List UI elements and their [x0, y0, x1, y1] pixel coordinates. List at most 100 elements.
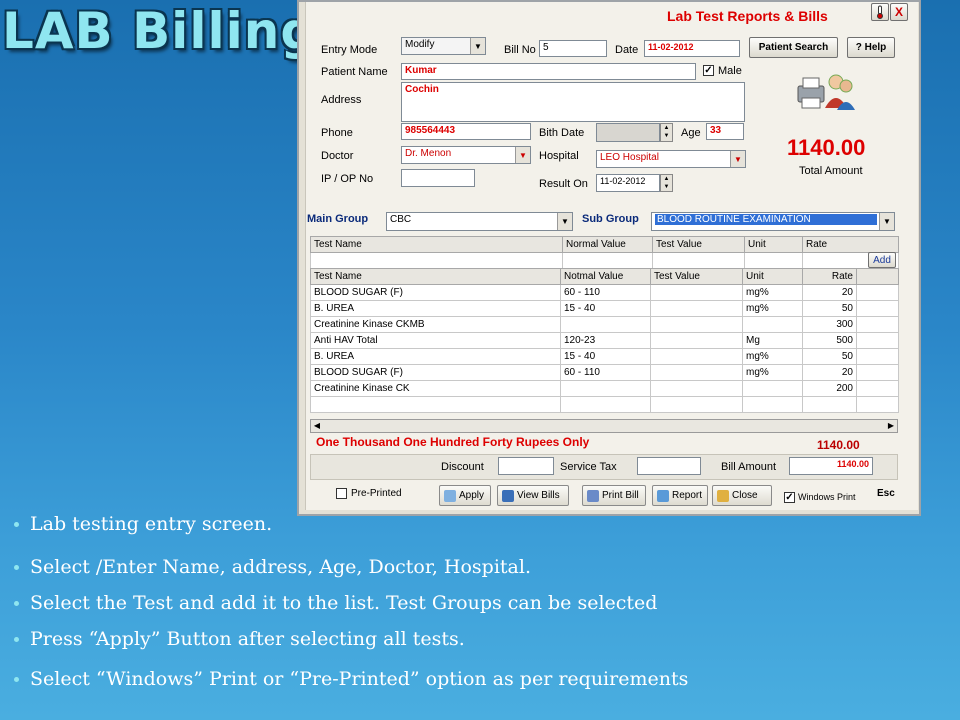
table-row[interactable]: Creatinine Kinase CK 200 [310, 380, 899, 397]
report-button[interactable]: Report [652, 485, 708, 506]
close-button[interactable]: Close [712, 485, 772, 506]
help-button[interactable]: ? Help [847, 37, 895, 58]
table-row[interactable]: BLOOD SUGAR (F) 60 - 110 mg% 20 [310, 284, 899, 301]
entry-header-normal-value: Normal Value [562, 236, 653, 253]
table-row[interactable] [310, 396, 899, 413]
doctor-select[interactable]: Dr. Menon ▼ [401, 146, 531, 164]
apply-button[interactable]: Apply [439, 485, 491, 506]
cell-unit [742, 396, 803, 413]
cell-normal-value: 60 - 110 [560, 284, 651, 301]
ip-op-input[interactable] [401, 169, 475, 187]
amount-total: 1140.00 [817, 438, 860, 452]
cell-spacer [856, 332, 899, 349]
print-bill-button[interactable]: Print Bill [582, 485, 646, 506]
result-on-input[interactable]: 11-02-2012 [596, 174, 660, 192]
pre-printed-label: Pre-Printed [351, 488, 402, 499]
discount-input[interactable] [498, 457, 554, 475]
cell-unit: mg% [742, 284, 803, 301]
bullet-dot [14, 601, 19, 606]
service-tax-input[interactable] [637, 457, 701, 475]
hospital-select[interactable]: LEO Hospital ▼ [596, 150, 746, 168]
address-textarea[interactable]: Cochin [401, 82, 745, 122]
slide-title: LAB Billing [2, 2, 318, 60]
bill-amount-input[interactable]: 1140.00 [789, 457, 873, 475]
entry-header-rate: Rate [802, 236, 899, 253]
table-row[interactable]: Anti HAV Total 120-23 Mg 500 [310, 332, 899, 349]
window-title: Lab Test Reports & Bills [667, 8, 828, 24]
add-button[interactable]: Add [868, 252, 896, 268]
pre-printed-checkbox[interactable] [336, 488, 347, 499]
patient-search-button[interactable]: Patient Search [749, 37, 838, 58]
apply-label: Apply [459, 490, 485, 501]
bill-no-input[interactable]: 5 [539, 40, 607, 57]
birth-date-input[interactable] [596, 123, 660, 142]
result-on-spinner[interactable]: ▲ ▼ [660, 174, 673, 192]
total-amount-label: Total Amount [799, 165, 863, 177]
chevron-down-icon: ▼ [470, 38, 485, 54]
cell-unit: mg% [742, 364, 803, 381]
date-input[interactable]: 11-02-2012 [644, 40, 740, 57]
amount-in-words: One Thousand One Hundred Forty Rupees On… [316, 435, 590, 449]
bullet-dot [14, 565, 19, 570]
view-bills-icon [502, 489, 514, 502]
chevron-down-icon: ▼ [515, 147, 530, 163]
cell-normal-value [560, 396, 651, 413]
bullet-text: Select “Windows” Print or “Pre-Printed” … [30, 668, 689, 690]
table-row[interactable]: B. UREA 15 - 40 mg% 50 [310, 300, 899, 317]
cell-rate: 20 [802, 364, 857, 381]
table-row[interactable]: Creatinine Kinase CKMB 300 [310, 316, 899, 333]
patient-name-label: Patient Name [321, 66, 388, 78]
total-amount-value: 1140.00 [787, 135, 866, 160]
entry-mode-select[interactable]: Modify ▼ [401, 37, 486, 55]
tests-table-body: BLOOD SUGAR (F) 60 - 110 mg% 20 B. UREA 15 - … [310, 284, 899, 413]
doctor-value: Dr. Menon [405, 148, 452, 159]
birth-date-spinner[interactable]: ▲ ▼ [660, 123, 673, 142]
age-label: Age [681, 127, 701, 139]
hospital-label: Hospital [539, 150, 579, 162]
bullet-dot [14, 522, 19, 527]
phone-input[interactable]: 985564443 [401, 123, 531, 140]
report-label: Report [672, 490, 703, 501]
table-row[interactable]: BLOOD SUGAR (F) 60 - 110 mg% 20 [310, 364, 899, 381]
table-row[interactable]: B. UREA 15 - 40 mg% 50 [310, 348, 899, 365]
cell-rate: 300 [802, 316, 857, 333]
entry-mode-label: Entry Mode [321, 44, 378, 56]
header-normal-value: Notmal Value [560, 268, 651, 285]
entry-mode-value: Modify [405, 39, 435, 50]
sub-group-label: Sub Group [582, 213, 639, 225]
view-bills-button[interactable]: View Bills [497, 485, 569, 506]
male-checkbox[interactable]: ✓ [703, 65, 714, 76]
close-label: Close [732, 490, 758, 501]
age-input[interactable]: 33 [706, 123, 744, 140]
cell-test-name: Creatinine Kinase CK [310, 380, 561, 397]
cell-rate: 50 [802, 300, 857, 317]
cell-spacer [856, 380, 899, 397]
lab-bills-window: Lab Test Reports & Bills X Entry Mode Mo… [297, 0, 921, 516]
entry-grid-header: Test Name Normal Value Test Value Unit R… [310, 236, 899, 253]
cell-test-name: Creatinine Kinase CKMB [310, 316, 561, 333]
scroll-right-icon[interactable]: ▶ [885, 420, 897, 432]
bullet-text: Select the Test and add it to the list. … [30, 592, 658, 614]
bullet-text: Select /Enter Name, address, Age, Doctor… [30, 556, 532, 578]
apply-icon [444, 489, 456, 502]
patient-name-input[interactable]: Kumar [401, 63, 696, 80]
cell-rate: 500 [802, 332, 857, 349]
phone-label: Phone [321, 127, 353, 139]
windows-print-checkbox[interactable]: ✓ [784, 492, 795, 503]
table-horizontal-scrollbar[interactable]: ◀ ▶ [310, 419, 898, 433]
header-unit: Unit [742, 268, 803, 285]
cell-spacer [856, 364, 899, 381]
entry-header-test-value: Test Value [652, 236, 745, 253]
close-door-icon [717, 489, 729, 502]
cell-rate [802, 396, 857, 413]
main-group-select[interactable]: CBC ▼ [386, 212, 573, 231]
sub-group-select[interactable]: BLOOD ROUTINE EXAMINATION ▼ [651, 212, 895, 231]
cell-normal-value: 15 - 40 [560, 300, 651, 317]
cell-test-value [650, 380, 743, 397]
close-icon[interactable]: X [890, 3, 908, 21]
cell-test-name [310, 396, 561, 413]
thermometer-icon[interactable] [871, 3, 889, 21]
scroll-left-icon[interactable]: ◀ [311, 420, 323, 432]
main-group-value: CBC [390, 214, 412, 225]
tests-table-header: Test Name Notmal Value Test Value Unit R… [310, 268, 899, 285]
